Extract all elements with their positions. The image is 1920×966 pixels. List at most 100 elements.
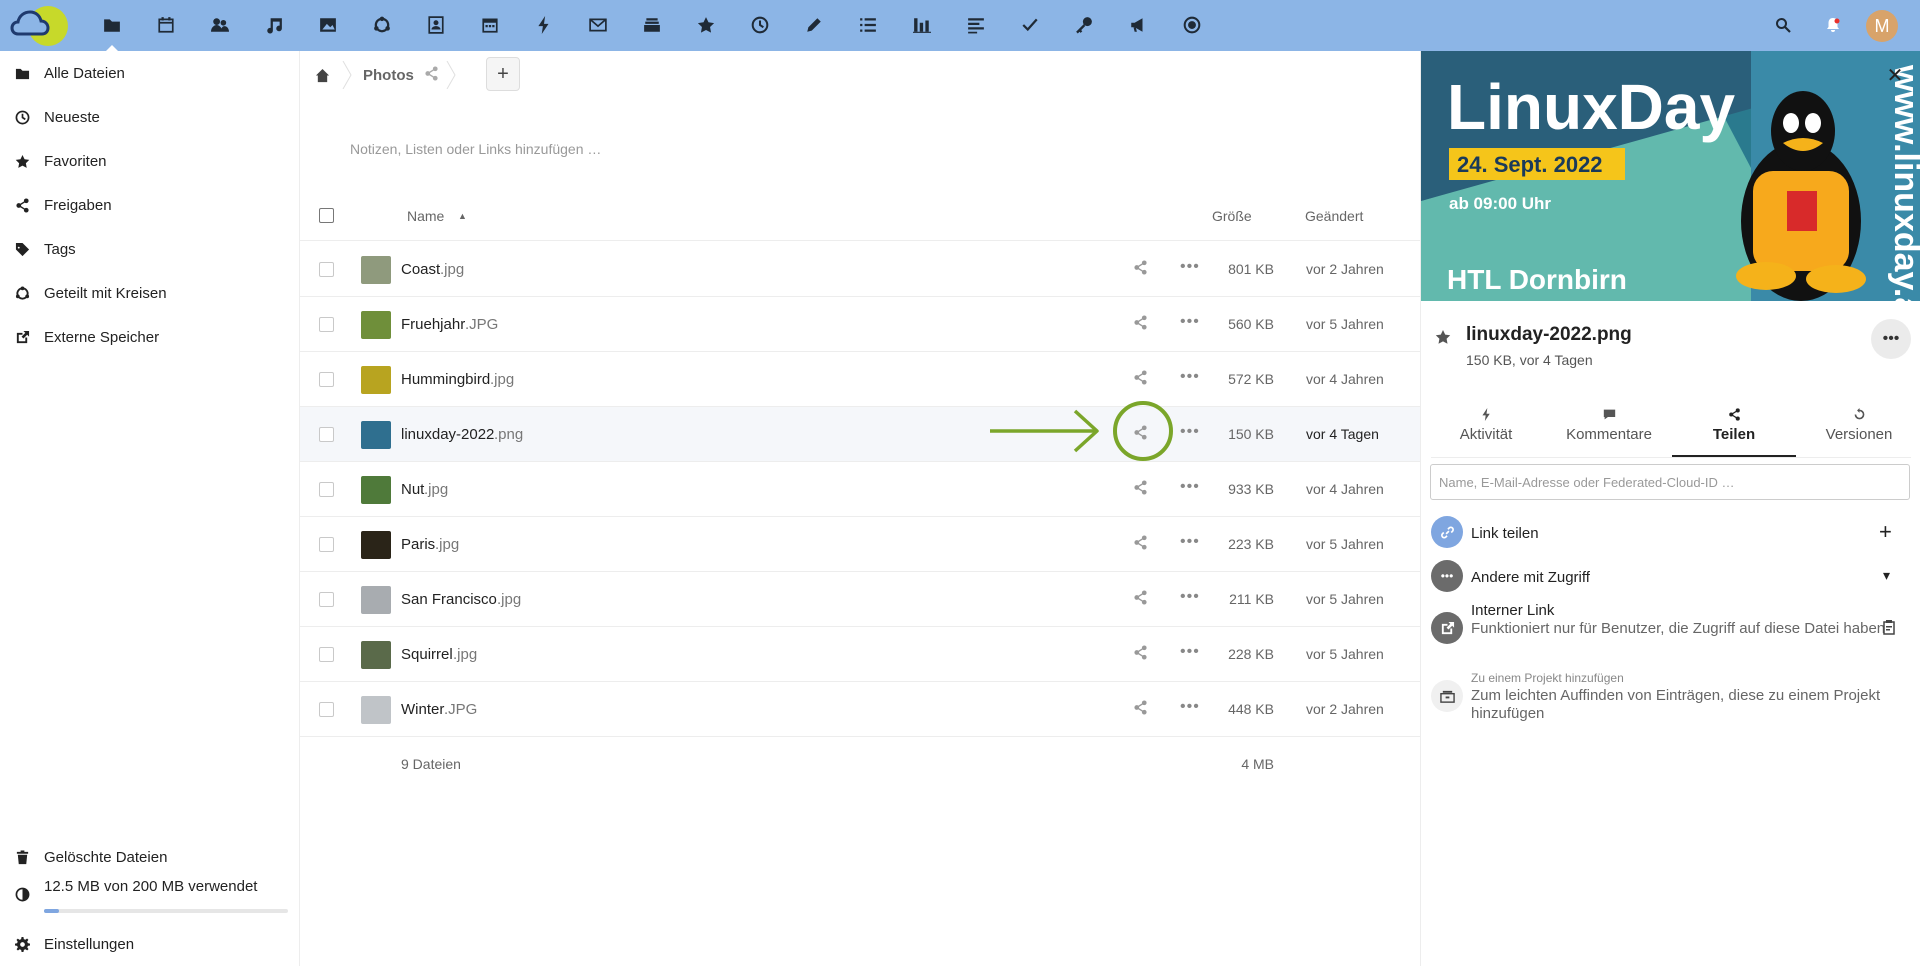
- music-icon[interactable]: [257, 8, 291, 42]
- share-search-input[interactable]: Name, E-Mail-Adresse oder Federated-Clou…: [1430, 464, 1910, 500]
- file-row[interactable]: Hummingbird .jpg ••• 572 KB vor 4 Jahren: [300, 352, 1420, 407]
- row-checkbox[interactable]: [319, 317, 334, 332]
- close-sidebar-button[interactable]: ✕: [1883, 63, 1907, 87]
- share-icon[interactable]: [1133, 260, 1151, 278]
- share-icon[interactable]: [1133, 535, 1151, 553]
- row-checkbox[interactable]: [319, 427, 334, 442]
- internal-link-row[interactable]: Interner Link Funktioniert nur für Benut…: [1421, 600, 1920, 660]
- column-header-modified[interactable]: Geändert: [1305, 208, 1363, 224]
- row-checkbox[interactable]: [319, 482, 334, 497]
- row-checkbox[interactable]: [319, 702, 334, 717]
- file-name[interactable]: Fruehjahr: [401, 316, 465, 333]
- row-checkbox[interactable]: [319, 372, 334, 387]
- calendar-icon[interactable]: [149, 8, 183, 42]
- radio-icon[interactable]: [1175, 8, 1209, 42]
- row-checkbox[interactable]: [319, 647, 334, 662]
- share-icon[interactable]: [1133, 370, 1151, 388]
- user-avatar[interactable]: M: [1866, 10, 1898, 42]
- column-header-name[interactable]: Name: [407, 208, 444, 224]
- file-row[interactable]: Squirrel .jpg ••• 228 KB vor 5 Jahren: [300, 627, 1420, 682]
- more-actions-icon[interactable]: •••: [1180, 533, 1200, 553]
- mail-icon[interactable]: [581, 8, 615, 42]
- home-icon[interactable]: [312, 65, 332, 85]
- others-with-access-row[interactable]: ••• Andere mit Zugriff ▾: [1421, 556, 1920, 596]
- nav-item-tags[interactable]: Tags: [0, 227, 300, 271]
- more-actions-icon[interactable]: •••: [1180, 313, 1200, 333]
- file-name[interactable]: Winter: [401, 701, 444, 718]
- circles-icon[interactable]: [365, 8, 399, 42]
- file-row[interactable]: Winter .JPG ••• 448 KB vor 2 Jahren: [300, 682, 1420, 737]
- file-name[interactable]: linuxday-2022: [401, 426, 494, 443]
- tab-comments[interactable]: Kommentare: [1549, 408, 1669, 458]
- tab-versions[interactable]: Versionen: [1799, 408, 1919, 458]
- activity-icon[interactable]: [527, 8, 561, 42]
- link-share-row[interactable]: Link teilen +: [1421, 512, 1920, 552]
- deck-icon[interactable]: [635, 8, 669, 42]
- file-row[interactable]: Nut .jpg ••• 933 KB vor 4 Jahren: [300, 462, 1420, 517]
- file-row[interactable]: Fruehjahr .JPG ••• 560 KB vor 5 Jahren: [300, 297, 1420, 352]
- key-icon[interactable]: [1067, 8, 1101, 42]
- nav-item-all-files[interactable]: Alle Dateien: [0, 51, 300, 95]
- sidebar-more-button[interactable]: •••: [1871, 319, 1911, 359]
- file-thumbnail[interactable]: [361, 366, 391, 394]
- add-to-project-row[interactable]: Zu einem Projekt hinzufügen Zum leichten…: [1421, 668, 1920, 728]
- more-actions-icon[interactable]: •••: [1180, 478, 1200, 498]
- file-name[interactable]: Squirrel: [401, 646, 453, 663]
- file-thumbnail[interactable]: [361, 256, 391, 284]
- nav-item-external-storage[interactable]: Externe Speicher: [0, 315, 300, 359]
- file-row[interactable]: Paris .jpg ••• 223 KB vor 5 Jahren: [300, 517, 1420, 572]
- share-icon[interactable]: [1133, 480, 1151, 498]
- column-header-size[interactable]: Größe: [1212, 208, 1252, 224]
- row-checkbox[interactable]: [319, 537, 334, 552]
- more-actions-icon[interactable]: •••: [1180, 588, 1200, 608]
- nav-item-recent[interactable]: Neueste: [0, 95, 300, 139]
- file-name[interactable]: Paris: [401, 536, 435, 553]
- nav-item-shares[interactable]: Freigaben: [0, 183, 300, 227]
- tab-activity[interactable]: Aktivität: [1426, 408, 1546, 458]
- chevron-down-icon[interactable]: ▾: [1883, 567, 1890, 584]
- share-icon[interactable]: [1133, 700, 1151, 718]
- tasks-icon[interactable]: [851, 8, 885, 42]
- file-row[interactable]: San Francisco .jpg ••• 211 KB vor 5 Jahren: [300, 572, 1420, 627]
- copy-link-icon[interactable]: [1881, 619, 1897, 638]
- favorite-star-icon[interactable]: [1435, 329, 1451, 348]
- contact-card-icon[interactable]: [419, 8, 453, 42]
- share-icon[interactable]: [1133, 590, 1151, 608]
- notifications-bell-icon[interactable]: [1816, 8, 1850, 42]
- share-icon[interactable]: [1133, 315, 1151, 333]
- tab-sharing[interactable]: Teilen: [1674, 408, 1794, 458]
- file-name[interactable]: Nut: [401, 481, 424, 498]
- file-row[interactable]: linuxday-2022 .png ••• 150 KB vor 4 Tagen: [300, 407, 1420, 462]
- add-link-plus-icon[interactable]: +: [1879, 519, 1892, 545]
- calendar-alt-icon[interactable]: [473, 8, 507, 42]
- row-checkbox[interactable]: [319, 262, 334, 277]
- clock-icon[interactable]: [743, 8, 777, 42]
- more-actions-icon[interactable]: •••: [1180, 258, 1200, 278]
- contacts-icon[interactable]: [203, 8, 237, 42]
- search-icon[interactable]: [1766, 8, 1800, 42]
- select-all-checkbox[interactable]: [319, 208, 334, 223]
- files-icon[interactable]: [95, 8, 129, 51]
- nextcloud-logo-icon[interactable]: [8, 4, 74, 47]
- nav-item-favorites[interactable]: Favoriten: [0, 139, 300, 183]
- photos-icon[interactable]: [311, 8, 345, 42]
- more-actions-icon[interactable]: •••: [1180, 698, 1200, 718]
- file-thumbnail[interactable]: [361, 311, 391, 339]
- file-thumbnail[interactable]: [361, 586, 391, 614]
- folder-share-icon[interactable]: [424, 66, 439, 84]
- checkmark-icon[interactable]: [1013, 8, 1047, 42]
- new-file-button[interactable]: +: [486, 57, 520, 91]
- share-icon[interactable]: [1133, 645, 1151, 663]
- file-thumbnail[interactable]: [361, 531, 391, 559]
- notes-pencil-icon[interactable]: [797, 8, 831, 42]
- favorites-icon[interactable]: [689, 8, 723, 42]
- row-checkbox[interactable]: [319, 592, 334, 607]
- text-icon[interactable]: [959, 8, 993, 42]
- nav-item-settings[interactable]: Einstellungen: [0, 922, 300, 966]
- nav-item-circles[interactable]: Geteilt mit Kreisen: [0, 271, 300, 315]
- file-thumbnail[interactable]: [361, 421, 391, 449]
- file-name[interactable]: Hummingbird: [401, 371, 490, 388]
- more-actions-icon[interactable]: •••: [1180, 643, 1200, 663]
- file-name[interactable]: San Francisco: [401, 591, 497, 608]
- file-row[interactable]: Coast .jpg ••• 801 KB vor 2 Jahren: [300, 242, 1420, 297]
